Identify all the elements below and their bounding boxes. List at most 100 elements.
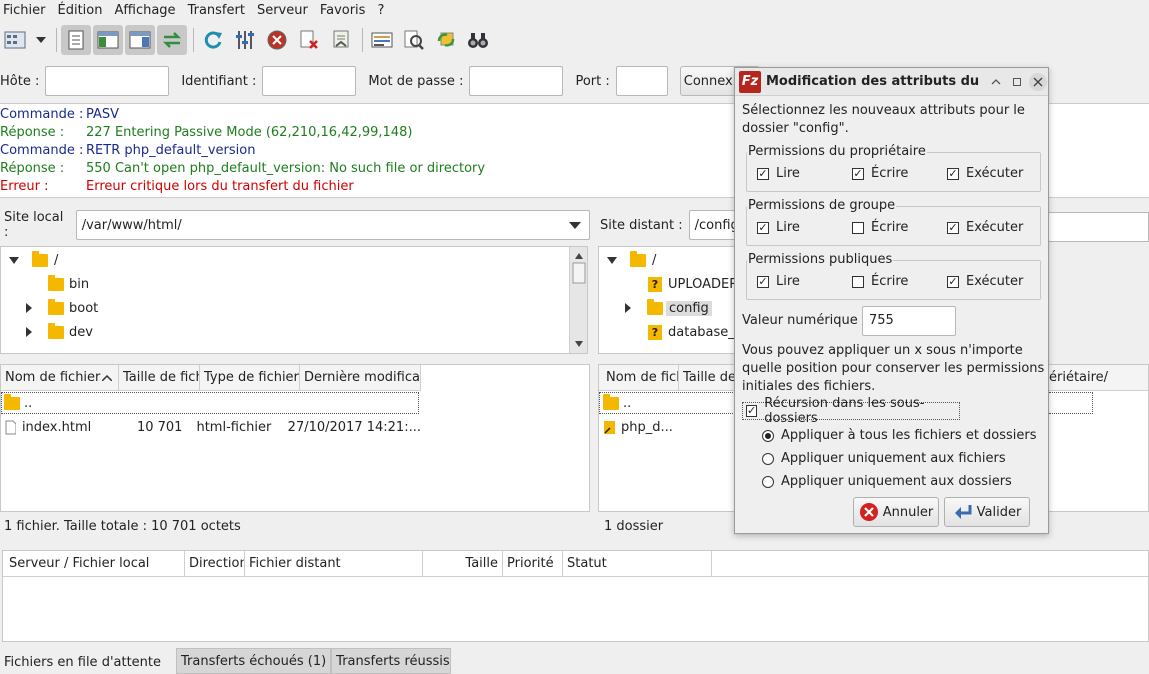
tree-item-label: bin <box>69 276 90 292</box>
expand-arrow-icon[interactable] <box>9 256 19 264</box>
menu-help[interactable]: ? <box>374 1 391 21</box>
expand-arrow-icon[interactable] <box>26 303 32 313</box>
tree-item-database[interactable]: ? database_b <box>648 321 736 343</box>
tree-item-bin[interactable]: bin <box>48 273 89 295</box>
port-input[interactable] <box>615 66 668 96</box>
disconnect-icon[interactable] <box>294 25 324 55</box>
toggle-queue-icon[interactable] <box>157 25 187 55</box>
tree-item-uploader[interactable]: ? UPLOADER <box>648 273 736 295</box>
password-input[interactable] <box>469 66 564 96</box>
column-header-local[interactable]: Serveur / Fichier local <box>3 551 185 577</box>
menu-edition[interactable]: Édition <box>55 1 110 21</box>
column-header-owner[interactable]: ériétaire/ <box>1049 365 1148 391</box>
apply-folders-radio[interactable]: Appliquer uniquement aux dossiers <box>762 474 1012 489</box>
maximize-icon[interactable] <box>1008 73 1026 91</box>
checkbox-label: Écrire <box>871 166 909 181</box>
apply-files-radio[interactable]: Appliquer uniquement aux fichiers <box>762 451 1006 466</box>
close-icon[interactable] <box>1029 72 1047 91</box>
port-label: Port : <box>575 73 610 89</box>
toggle-log-icon[interactable] <box>61 25 91 55</box>
column-header-size[interactable]: Taille de fichi <box>119 365 200 391</box>
column-header-modified[interactable]: Dernière modificati <box>300 365 421 391</box>
reconnect-icon[interactable] <box>326 25 356 55</box>
radio-label: Appliquer uniquement aux fichiers <box>781 451 1006 466</box>
column-header-priority[interactable]: Priorité <box>503 551 563 577</box>
apply-all-radio[interactable]: Appliquer à tous les fichiers et dossier… <box>762 428 1037 443</box>
refresh-icon[interactable] <box>198 25 228 55</box>
group-write-checkbox[interactable]: Écrire <box>852 220 908 235</box>
list-item-parent[interactable]: .. <box>599 392 738 414</box>
column-header-name[interactable]: Nom de fichier <box>1 365 119 391</box>
vertical-scrollbar[interactable] <box>569 247 587 353</box>
tab-successful[interactable]: Transferts réussis <box>331 648 452 674</box>
menu-favoris[interactable]: Favoris <box>317 1 373 21</box>
menu-fichier[interactable]: Fichier <box>0 1 53 21</box>
owner-execute-checkbox[interactable]: ✓ Exécuter <box>947 166 1023 181</box>
tab-failed[interactable]: Transferts échoués (1) <box>176 648 332 674</box>
tree-item-root[interactable]: / <box>607 249 656 271</box>
find-icon[interactable] <box>463 25 493 55</box>
ok-button[interactable]: Valider <box>944 497 1030 527</box>
local-path-combo[interactable]: /var/www/html/ <box>75 210 590 240</box>
toggle-local-tree-icon[interactable] <box>93 25 123 55</box>
site-manager-icon[interactable] <box>0 25 30 55</box>
tree-item-boot[interactable]: boot <box>26 297 98 319</box>
expand-arrow-icon[interactable] <box>625 303 631 313</box>
remote-path-combo[interactable]: /config <box>688 210 739 240</box>
tree-item-dev[interactable]: dev <box>26 321 93 343</box>
list-item-file[interactable]: php_d... <box>599 416 738 438</box>
list-item-file[interactable]: index.html 10 701 html-fichier 27/10/201… <box>1 416 421 438</box>
host-input[interactable] <box>45 66 170 96</box>
recursion-checkbox[interactable]: ✓ Récursion dans les sous-dossiers <box>742 396 960 426</box>
column-header-name[interactable]: Nom de fich <box>599 365 679 391</box>
numeric-value-input[interactable]: 755 <box>862 306 956 336</box>
menu-affichage[interactable]: Affichage <box>111 1 182 21</box>
column-header-direction[interactable]: Direction <box>185 551 245 577</box>
toggle-remote-tree-icon[interactable] <box>125 25 155 55</box>
menu-transfert[interactable]: Transfert <box>185 1 252 21</box>
dialog-hint: Vous pouvez appliquer un x sous n'import… <box>742 343 1045 394</box>
folder-icon <box>647 298 663 315</box>
column-header-size[interactable]: Taille <box>423 551 503 577</box>
tab-queued[interactable]: Fichiers en file d'attente <box>0 648 176 674</box>
expand-arrow-icon[interactable] <box>607 256 617 264</box>
folder-icon <box>48 274 64 291</box>
file-name: .. <box>24 395 33 411</box>
tree-item-label: boot <box>69 300 99 316</box>
cancel-button[interactable]: Annuler <box>853 497 939 527</box>
chevron-down-icon[interactable] <box>569 222 581 229</box>
checkbox-icon: ✓ <box>852 166 864 180</box>
column-header-size[interactable]: Taille de <box>679 365 738 391</box>
column-header-type[interactable]: Type de fichier <box>200 365 300 391</box>
owner-write-checkbox[interactable]: ✓ Écrire <box>852 166 908 181</box>
column-header-status[interactable]: Statut <box>563 551 712 577</box>
process-queue-icon[interactable] <box>230 25 260 55</box>
public-read-checkbox[interactable]: ✓ Lire <box>757 274 800 289</box>
public-write-checkbox[interactable]: Écrire <box>852 274 908 289</box>
remote-list-header: Nom de fich Taille de <box>599 365 738 391</box>
tree-item-root[interactable]: / <box>9 249 58 271</box>
list-item-parent-tail[interactable] <box>1049 392 1093 414</box>
checkbox-label: Exécuter <box>966 274 1024 289</box>
compare-icon[interactable] <box>399 25 429 55</box>
user-input[interactable] <box>262 66 357 96</box>
toolbar <box>0 22 1149 58</box>
column-header-remote[interactable]: Fichier distant <box>245 551 423 577</box>
local-status: 1 fichier. Taille totale : 10 701 octets <box>0 514 590 538</box>
list-item-parent[interactable]: .. <box>1 392 419 414</box>
filter-icon[interactable] <box>367 25 397 55</box>
tree-item-config[interactable]: config <box>625 297 712 319</box>
menu-serveur[interactable]: Serveur <box>254 1 315 21</box>
minimize-icon[interactable] <box>987 73 1005 91</box>
public-execute-checkbox[interactable]: ✓ Exécuter <box>947 274 1023 289</box>
owner-read-checkbox[interactable]: ✓ Lire <box>757 166 800 181</box>
dropdown-arrow-icon[interactable] <box>32 25 50 55</box>
group-execute-checkbox[interactable]: ✓ Exécuter <box>947 220 1023 235</box>
remote-path-combo-tail[interactable] <box>1049 212 1149 242</box>
expand-arrow-icon[interactable] <box>26 327 32 337</box>
cancel-icon[interactable] <box>262 25 292 55</box>
group-read-checkbox[interactable]: ✓ Lire <box>757 220 800 235</box>
sync-browse-icon[interactable] <box>431 25 461 55</box>
remote-status-tail <box>1049 514 1149 538</box>
file-name: php_d... <box>621 419 673 435</box>
